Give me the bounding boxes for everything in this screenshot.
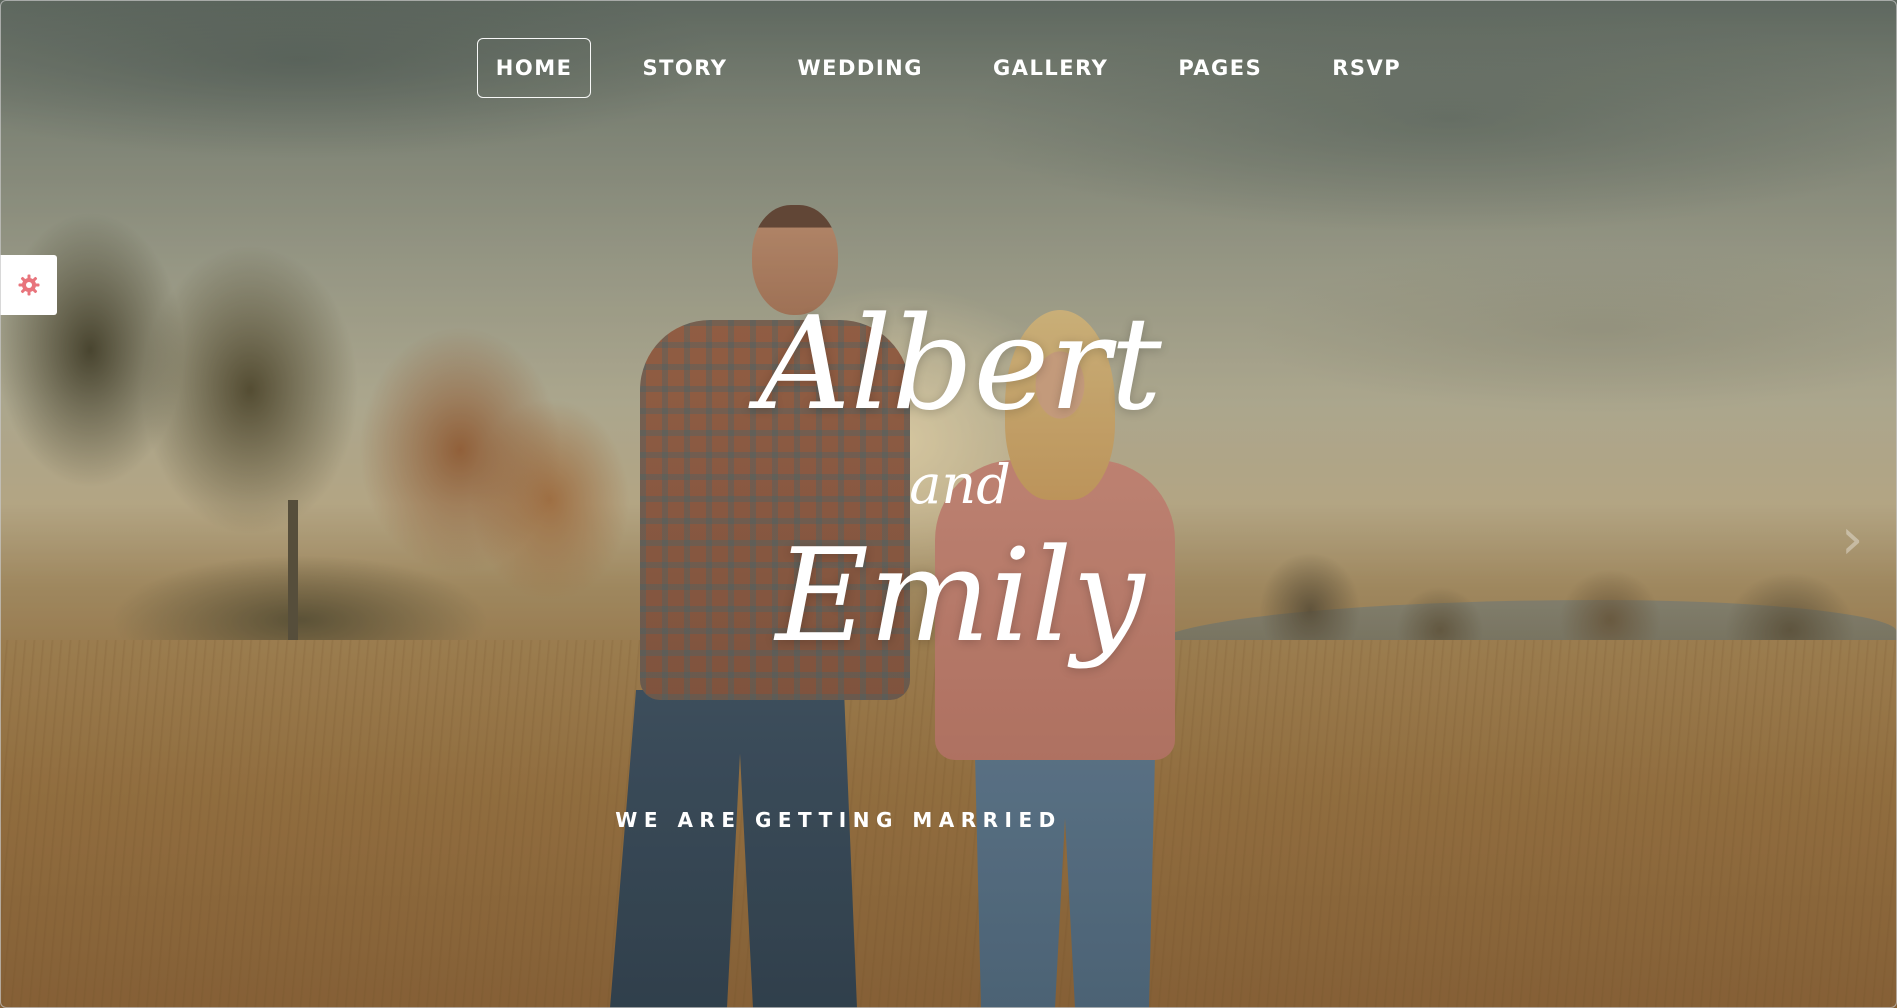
hero-section: HOME STORY WEDDING GALLERY PAGES RSVP Al… bbox=[0, 0, 1897, 1008]
nav-item-rsvp[interactable]: RSVP bbox=[1313, 38, 1420, 98]
first-name-heading: Albert bbox=[758, 290, 1162, 439]
nav-item-wedding[interactable]: WEDDING bbox=[778, 38, 942, 98]
main-navigation: HOME STORY WEDDING GALLERY PAGES RSVP bbox=[0, 38, 1897, 98]
nav-item-pages[interactable]: PAGES bbox=[1159, 38, 1281, 98]
nav-item-story[interactable]: STORY bbox=[623, 38, 746, 98]
settings-toggle-button[interactable] bbox=[0, 255, 57, 315]
nav-item-gallery[interactable]: GALLERY bbox=[974, 38, 1127, 98]
tagline-container: WE ARE GETTING MARRIED bbox=[0, 808, 1897, 832]
tagline-text: WE ARE GETTING MARRIED bbox=[615, 808, 1062, 832]
nav-item-home[interactable]: HOME bbox=[476, 38, 592, 98]
second-name-heading: Emily bbox=[775, 522, 1145, 671]
names-connector: and bbox=[909, 453, 1011, 516]
couple-names: Albert and Emily bbox=[700, 290, 1220, 740]
next-slide-arrow-icon[interactable]: › bbox=[1841, 510, 1875, 570]
gear-icon bbox=[18, 274, 39, 296]
